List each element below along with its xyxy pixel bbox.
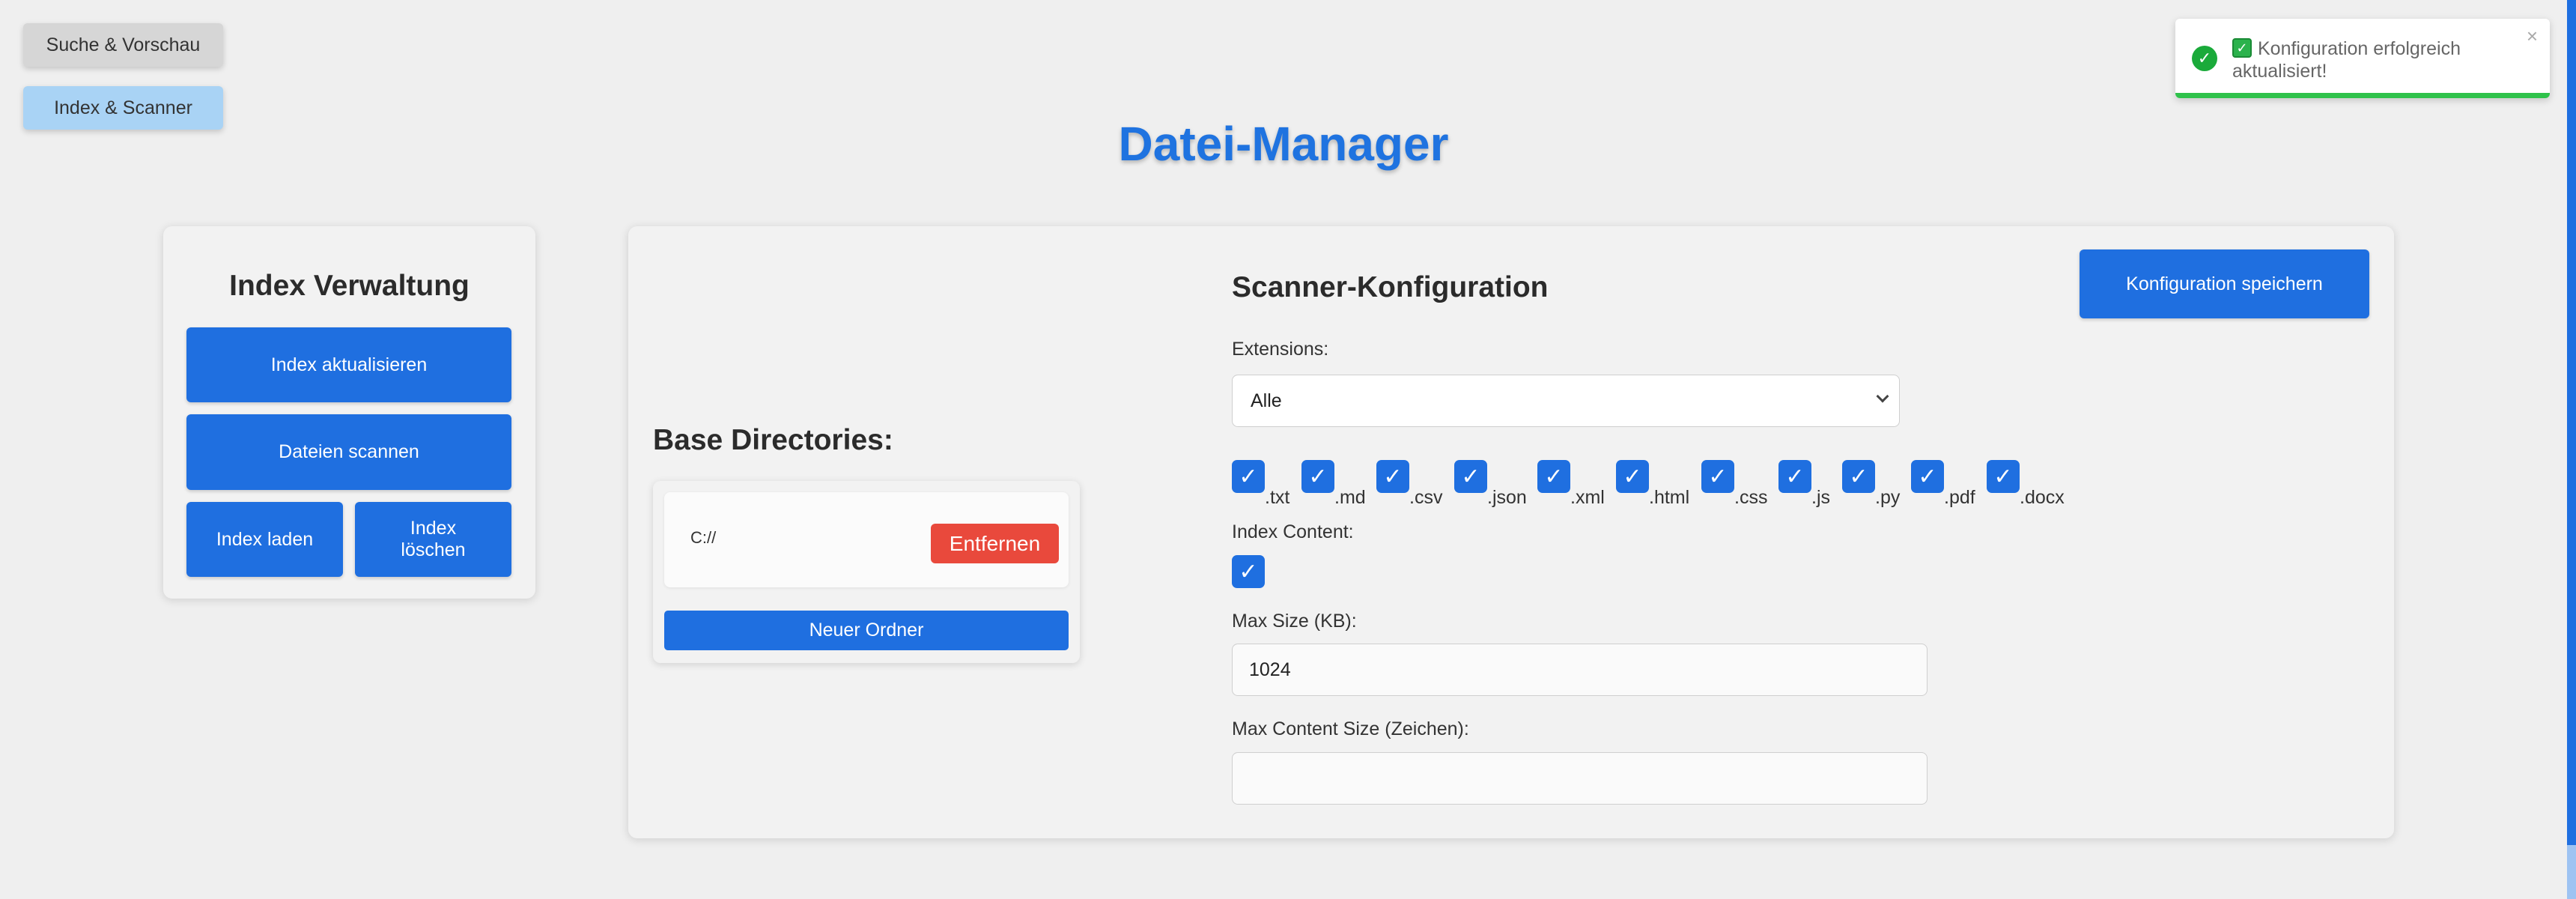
checkbox-ext-pdf[interactable]: ✓ bbox=[1911, 460, 1944, 493]
directory-path: C:// bbox=[690, 528, 717, 547]
close-icon[interactable]: × bbox=[2527, 25, 2538, 48]
base-directories-list: C:// Entfernen Neuer Ordner bbox=[653, 481, 1080, 663]
ext-label-docx: .docx bbox=[2020, 487, 2065, 508]
ext-label-html: .html bbox=[1649, 487, 1690, 508]
ext-label-css: .css bbox=[1734, 487, 1768, 508]
scan-files-button[interactable]: Dateien scannen bbox=[186, 414, 511, 490]
check-icon: ✓ bbox=[1461, 464, 1480, 489]
max-size-value: 1024 bbox=[1249, 659, 1291, 680]
index-panel-title: Index Verwaltung bbox=[229, 270, 470, 302]
extensions-select[interactable]: Alle bbox=[1232, 375, 1900, 427]
max-size-label: Max Size (KB): bbox=[1232, 611, 1357, 632]
check-icon: ✓ bbox=[1849, 464, 1868, 489]
checkbox-ext-html[interactable]: ✓ bbox=[1616, 460, 1649, 493]
check-icon: ✓ bbox=[1239, 464, 1258, 489]
scrollbar[interactable] bbox=[2567, 0, 2576, 899]
checkbox-ext-md[interactable]: ✓ bbox=[1301, 460, 1334, 493]
directory-item: C:// Entfernen bbox=[664, 492, 1069, 587]
chevron-down-icon bbox=[1876, 390, 1889, 403]
checkbox-ext-css[interactable]: ✓ bbox=[1701, 460, 1734, 493]
ext-label-txt: .txt bbox=[1265, 487, 1290, 508]
page-title: Datei-Manager bbox=[1118, 117, 1449, 171]
max-size-input[interactable]: 1024 bbox=[1232, 644, 1928, 696]
index-content-checkbox[interactable]: ✓ bbox=[1232, 555, 1265, 588]
checkbox-ext-csv[interactable]: ✓ bbox=[1376, 460, 1409, 493]
toast-message: Konfiguration erfolgreich aktualisiert! bbox=[2232, 38, 2461, 82]
save-config-button[interactable]: Konfiguration speichern bbox=[2080, 249, 2369, 318]
delete-index-button[interactable]: Index löschen bbox=[355, 502, 511, 577]
check-icon: ✓ bbox=[1623, 464, 1642, 489]
ext-label-json: .json bbox=[1487, 487, 1527, 508]
checkbox-ext-js[interactable]: ✓ bbox=[1778, 460, 1811, 493]
checkbox-ext-xml[interactable]: ✓ bbox=[1537, 460, 1570, 493]
ext-label-xml: .xml bbox=[1570, 487, 1605, 508]
scanner-config-title: Scanner-Konfiguration bbox=[1232, 271, 1549, 303]
check-icon: ✓ bbox=[1993, 464, 2013, 489]
ext-label-js: .js bbox=[1811, 487, 1830, 508]
check-circle-icon: ✓ bbox=[2192, 46, 2217, 71]
check-icon: ✓ bbox=[1918, 464, 1937, 489]
load-index-button[interactable]: Index laden bbox=[186, 502, 343, 577]
check-icon: ✓ bbox=[1785, 464, 1805, 489]
scrollbar-thumb[interactable] bbox=[2567, 845, 2576, 899]
check-icon: ✓ bbox=[1544, 464, 1564, 489]
check-icon: ✓ bbox=[1383, 464, 1403, 489]
ext-label-md: .md bbox=[1334, 487, 1366, 508]
ext-label-csv: .csv bbox=[1409, 487, 1443, 508]
checkbox-ext-json[interactable]: ✓ bbox=[1454, 460, 1487, 493]
check-icon: ✓ bbox=[1708, 464, 1728, 489]
nav-search-preview-button[interactable]: Suche & Vorschau bbox=[23, 23, 223, 67]
index-management-panel: Index Verwaltung Index aktualisieren Dat… bbox=[163, 226, 535, 599]
toast-progress-bar bbox=[2175, 93, 2550, 98]
remove-directory-button[interactable]: Entfernen bbox=[931, 524, 1059, 563]
check-icon: ✓ bbox=[1239, 559, 1258, 584]
checkbox-ext-py[interactable]: ✓ bbox=[1842, 460, 1875, 493]
max-content-size-label: Max Content Size (Zeichen): bbox=[1232, 718, 1469, 739]
index-content-label: Index Content: bbox=[1232, 521, 1354, 542]
check-icon: ✓ bbox=[1308, 464, 1328, 489]
extensions-label: Extensions: bbox=[1232, 339, 1329, 360]
checkbox-ext-txt[interactable]: ✓ bbox=[1232, 460, 1265, 493]
delete-index-label: Index löschen bbox=[401, 518, 466, 560]
new-folder-button[interactable]: Neuer Ordner bbox=[664, 611, 1069, 650]
success-toast: ✓ ✓ Konfiguration erfolgreich aktualisie… bbox=[2175, 19, 2550, 98]
checkbox-ext-docx[interactable]: ✓ bbox=[1987, 460, 2020, 493]
extensions-selected-value: Alle bbox=[1251, 390, 1282, 411]
base-directories-title: Base Directories: bbox=[653, 424, 893, 456]
scanner-config-panel: Base Directories: C:// Entfernen Neuer O… bbox=[628, 226, 2394, 838]
update-index-button[interactable]: Index aktualisieren bbox=[186, 327, 511, 402]
max-content-size-input[interactable] bbox=[1232, 752, 1928, 805]
ext-label-py: .py bbox=[1875, 487, 1901, 508]
ext-label-pdf: .pdf bbox=[1944, 487, 1975, 508]
